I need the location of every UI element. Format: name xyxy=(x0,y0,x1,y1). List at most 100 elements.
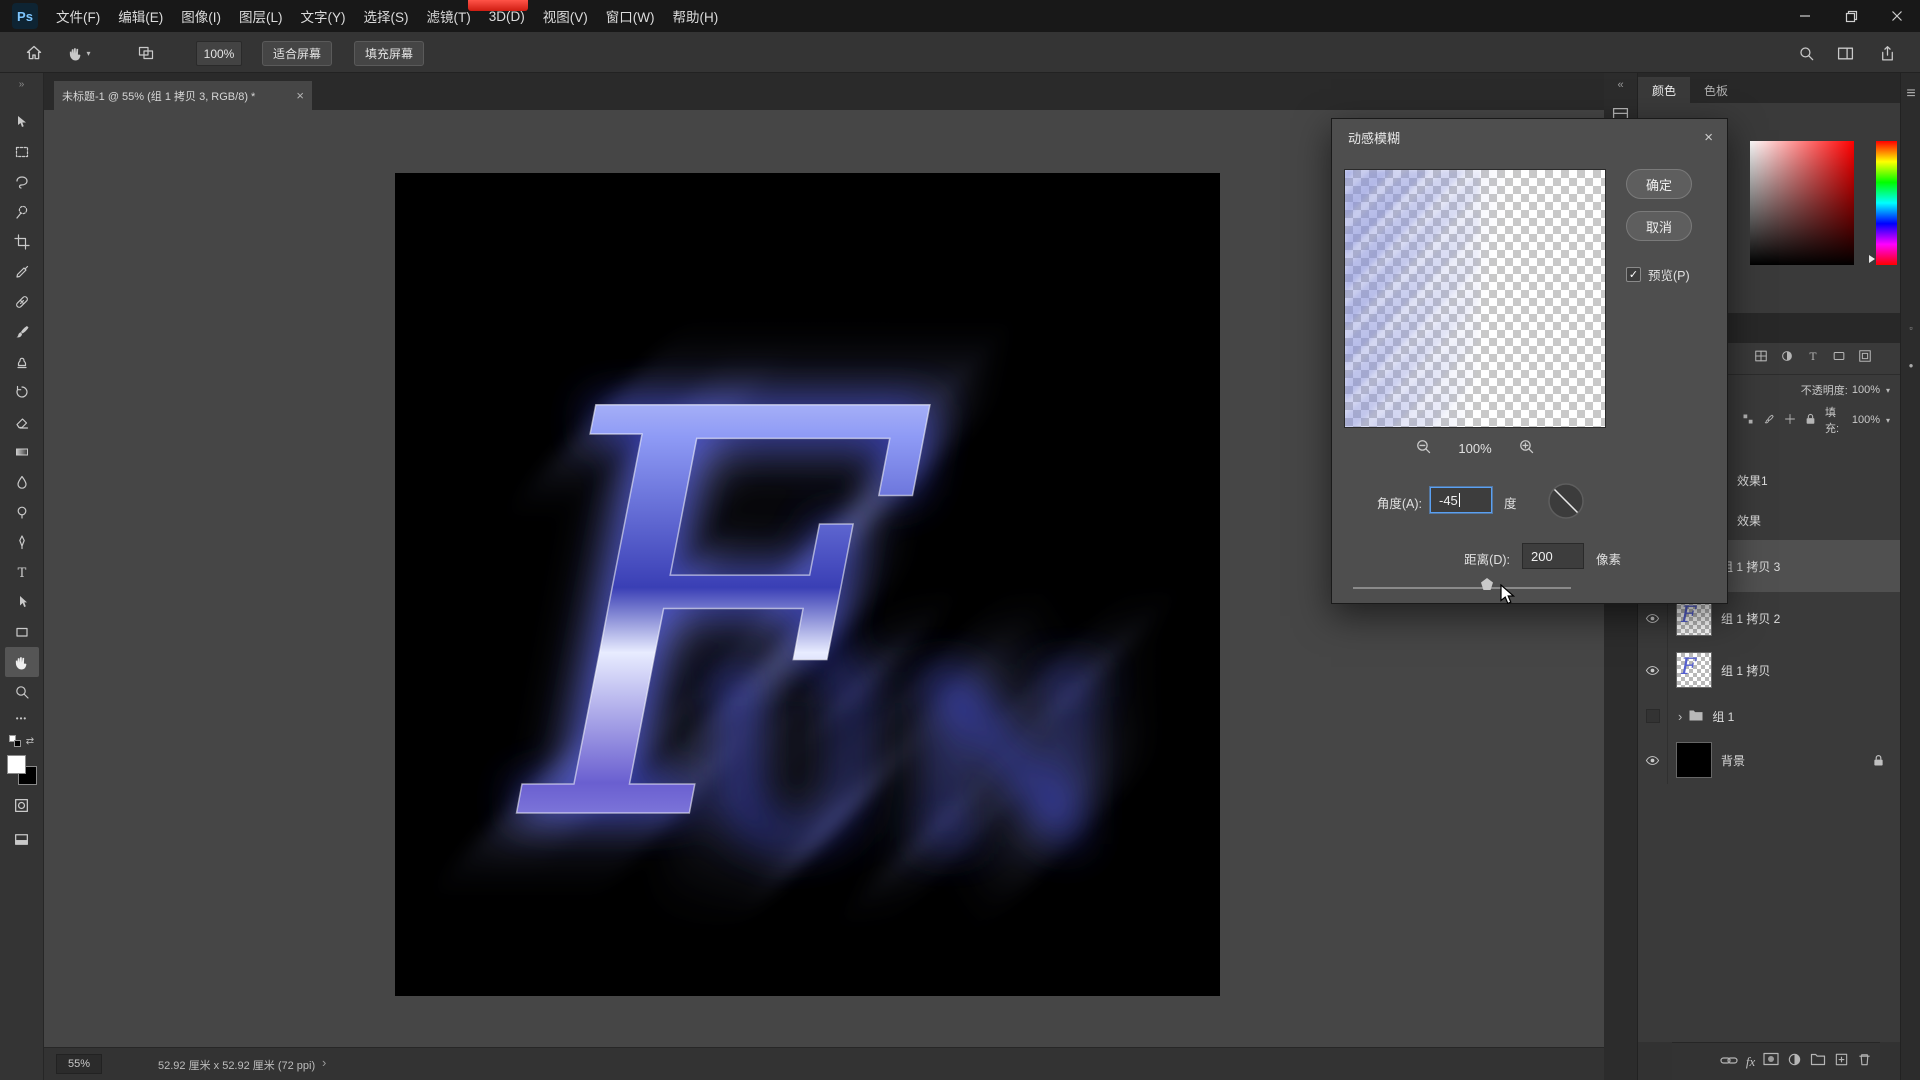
status-chevron-icon[interactable]: › xyxy=(322,1055,326,1070)
eraser-tool[interactable] xyxy=(5,407,39,437)
menu-edit[interactable]: 编辑(E) xyxy=(109,0,172,32)
menu-file[interactable]: 文件(F) xyxy=(47,0,109,32)
menu-window[interactable]: 窗口(W) xyxy=(597,0,664,32)
opacity-value[interactable]: 100% xyxy=(1852,384,1880,396)
restore-icon[interactable] xyxy=(1828,0,1874,32)
add-layer-mask-icon[interactable] xyxy=(1763,1052,1779,1071)
fill-value[interactable]: 100% xyxy=(1852,414,1880,426)
dialog-close-icon[interactable]: × xyxy=(1704,129,1713,146)
fill-screen-button[interactable]: 填充屏幕 xyxy=(354,41,424,66)
tab-color[interactable]: 颜色 xyxy=(1638,77,1690,103)
fit-screen-button[interactable]: 适合屏幕 xyxy=(262,41,332,66)
rectangle-tool[interactable] xyxy=(5,617,39,647)
shape-layers-filter-icon[interactable] xyxy=(1832,349,1846,368)
type-layers-filter-icon[interactable]: T xyxy=(1806,349,1820,368)
collapse-panels-icon[interactable]: « xyxy=(1617,79,1623,91)
ok-button[interactable]: 确定 xyxy=(1626,169,1692,199)
lock-transparency-icon[interactable] xyxy=(1742,413,1754,428)
blur-tool[interactable] xyxy=(5,467,39,497)
tab-close-icon[interactable]: × xyxy=(296,88,304,103)
new-adjustment-layer-icon[interactable] xyxy=(1787,1052,1802,1072)
lasso-tool[interactable] xyxy=(5,167,39,197)
visibility-toggle[interactable] xyxy=(1638,696,1668,736)
minimize-icon[interactable] xyxy=(1782,0,1828,32)
edit-toolbar-icon[interactable]: ••• xyxy=(16,707,27,729)
saturation-field[interactable] xyxy=(1750,141,1854,265)
link-layers-icon[interactable] xyxy=(1720,1053,1738,1071)
app-logo[interactable]: Ps xyxy=(12,3,38,29)
menu-type[interactable]: 文字(Y) xyxy=(292,0,355,32)
collapse-right-icon[interactable]: » xyxy=(19,77,25,93)
gradient-tool[interactable] xyxy=(5,437,39,467)
path-selection-tool[interactable] xyxy=(5,587,39,617)
blur-preview[interactable] xyxy=(1344,169,1606,428)
spot-healing-tool[interactable] xyxy=(5,287,39,317)
panel-menu-icon[interactable]: ≡ xyxy=(1901,85,1920,103)
distance-slider[interactable] xyxy=(1353,577,1571,593)
panel-mini-icon-2[interactable]: ● xyxy=(1901,361,1920,370)
move-tool[interactable] xyxy=(5,107,39,137)
status-zoom-field[interactable]: 55% xyxy=(56,1054,102,1074)
pen-tool[interactable] xyxy=(5,527,39,557)
slider-track[interactable] xyxy=(1353,587,1571,589)
tab-swatches[interactable]: 色板 xyxy=(1690,77,1742,103)
eyedropper-tool[interactable] xyxy=(5,257,39,287)
delete-layer-icon[interactable] xyxy=(1857,1052,1872,1072)
type-tool[interactable]: T xyxy=(5,557,39,587)
clone-stamp-tool[interactable] xyxy=(5,347,39,377)
dialog-title-bar[interactable]: 动感模糊 × xyxy=(1332,119,1727,155)
lock-position-icon[interactable] xyxy=(1784,413,1796,428)
pixel-layers-filter-icon[interactable] xyxy=(1754,349,1768,368)
lock-pixels-icon[interactable] xyxy=(1763,413,1775,428)
crop-tool[interactable] xyxy=(5,227,39,257)
panel-mini-icon-1[interactable]: ▫ xyxy=(1901,323,1920,333)
menu-layer[interactable]: 图层(L) xyxy=(230,0,292,32)
menu-view[interactable]: 视图(V) xyxy=(534,0,597,32)
zoom-in-icon[interactable] xyxy=(1518,438,1535,458)
layer-thumbnail[interactable] xyxy=(1676,742,1712,778)
dodge-tool[interactable] xyxy=(5,497,39,527)
zoom-tool[interactable] xyxy=(5,677,39,707)
quick-selection-tool[interactable] xyxy=(5,197,39,227)
layer-thumbnail[interactable]: F xyxy=(1676,600,1712,636)
hue-slider-marker[interactable] xyxy=(1869,255,1875,263)
zoom-out-icon[interactable] xyxy=(1415,438,1432,458)
cancel-button[interactable]: 取消 xyxy=(1626,211,1692,241)
menu-select[interactable]: 选择(S) xyxy=(355,0,418,32)
visibility-toggle[interactable] xyxy=(1638,644,1668,696)
share-icon[interactable] xyxy=(1875,41,1899,65)
brush-tool[interactable] xyxy=(5,317,39,347)
default-colors-icon[interactable]: ⇄ xyxy=(9,735,34,747)
new-group-icon[interactable] xyxy=(1810,1052,1826,1071)
group-expand-icon[interactable]: › xyxy=(1678,709,1682,724)
screen-mode-toggle-icon[interactable] xyxy=(5,825,39,853)
swap-colors-icon[interactable]: ⇄ xyxy=(26,736,34,747)
new-layer-icon[interactable] xyxy=(1834,1052,1849,1072)
hand-tool-option-icon[interactable]: ▾ xyxy=(62,41,96,65)
layer-row-background[interactable]: 背景 xyxy=(1638,736,1900,784)
workspace-panels-icon[interactable] xyxy=(1833,41,1857,65)
angle-dial[interactable] xyxy=(1544,479,1588,528)
screen-mode-icon[interactable] xyxy=(134,41,158,65)
layer-row-group1[interactable]: › 组 1 xyxy=(1638,696,1900,736)
distance-input[interactable]: 200 xyxy=(1522,543,1584,569)
foreground-color-swatch[interactable] xyxy=(7,755,26,774)
home-icon[interactable] xyxy=(22,41,46,65)
layer-thumbnail[interactable]: F xyxy=(1676,652,1712,688)
smart-object-filter-icon[interactable] xyxy=(1858,349,1872,368)
history-brush-tool[interactable] xyxy=(5,377,39,407)
lock-all-icon[interactable] xyxy=(1805,413,1816,428)
hand-tool[interactable] xyxy=(5,647,39,677)
close-icon[interactable] xyxy=(1874,0,1920,32)
rectangular-marquee-tool[interactable] xyxy=(5,137,39,167)
search-icon[interactable] xyxy=(1794,41,1818,65)
angle-input[interactable]: -45 xyxy=(1430,487,1492,513)
color-swatches[interactable] xyxy=(7,755,37,785)
zoom-percent-field[interactable]: 100% xyxy=(196,41,242,66)
visibility-toggle[interactable] xyxy=(1638,736,1668,784)
adjustment-layers-filter-icon[interactable] xyxy=(1780,349,1794,368)
quick-mask-icon[interactable] xyxy=(5,791,39,819)
menu-help[interactable]: 帮助(H) xyxy=(663,0,727,32)
hue-slider[interactable] xyxy=(1876,141,1897,265)
layer-row-group1-copy1[interactable]: F 组 1 拷贝 xyxy=(1638,644,1900,696)
